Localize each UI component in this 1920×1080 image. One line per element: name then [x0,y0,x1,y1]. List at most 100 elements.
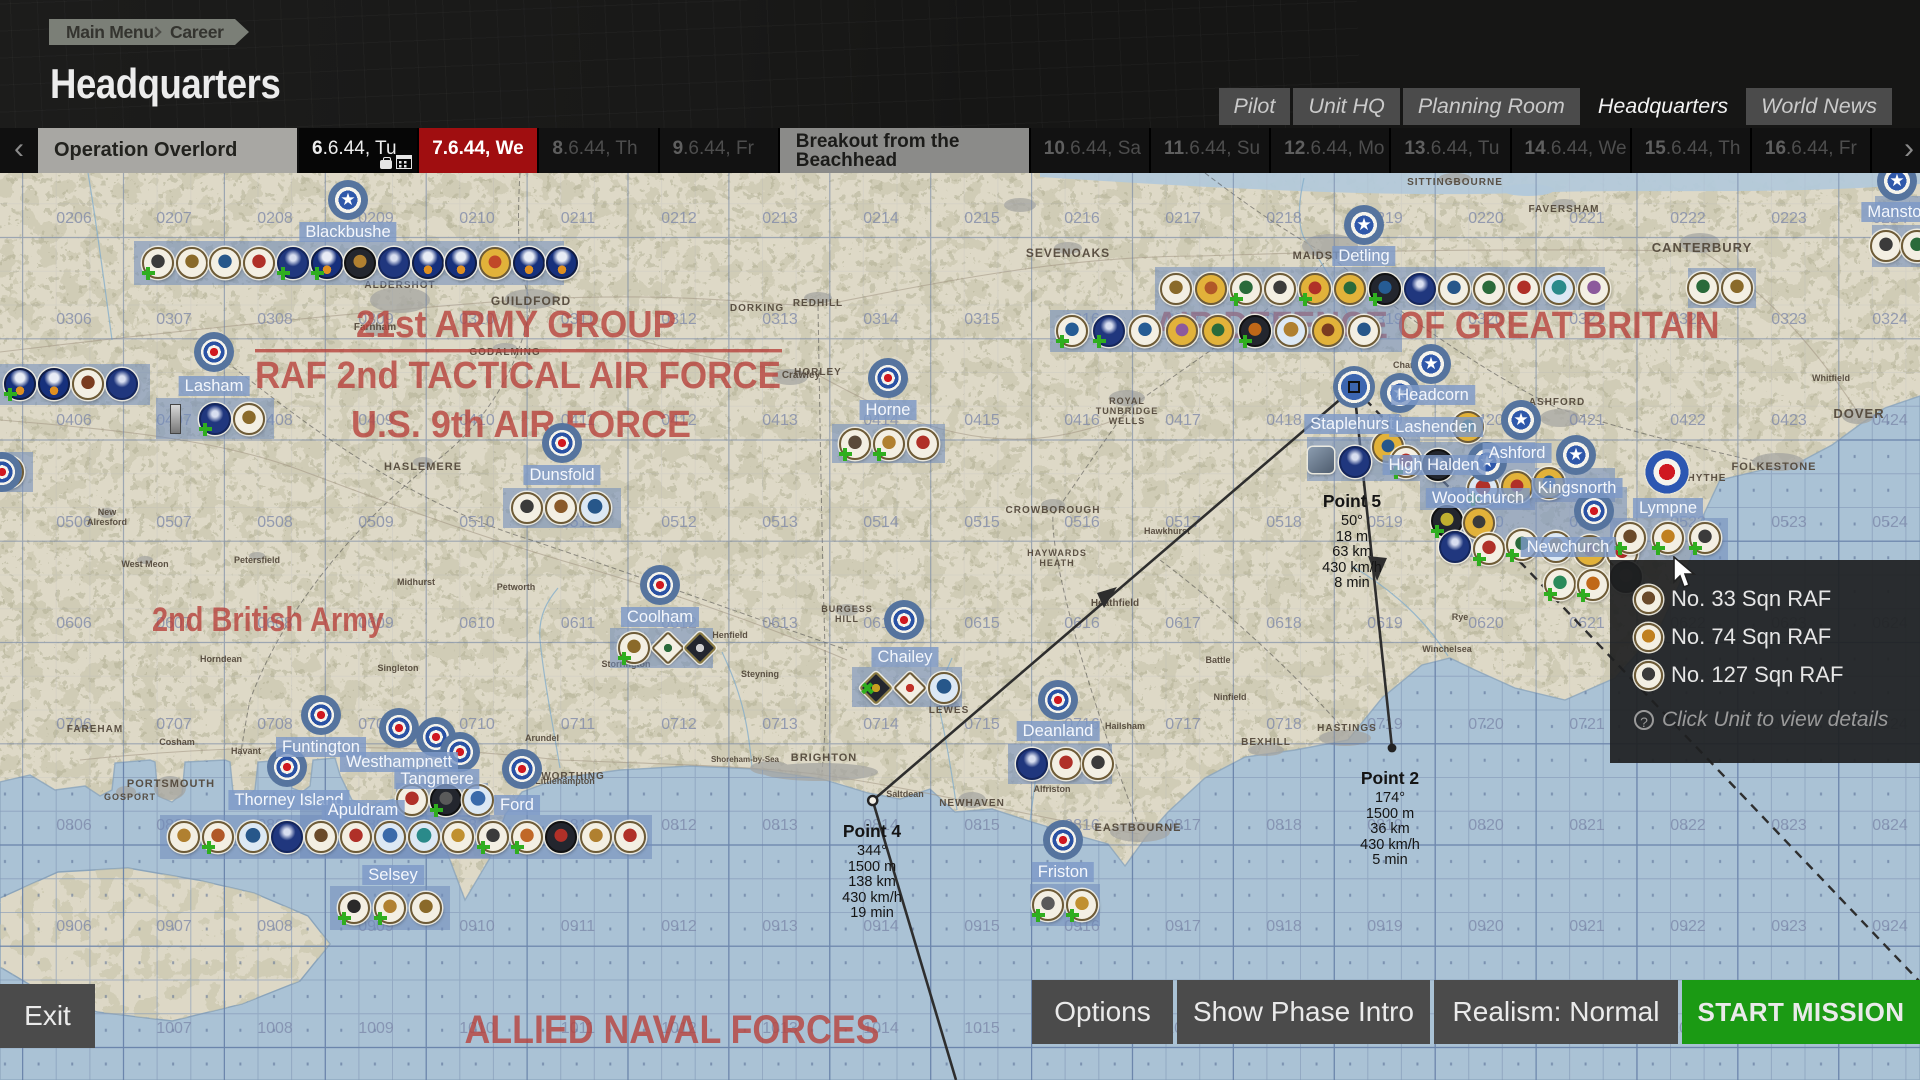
svg-text:0223: 0223 [1771,210,1807,227]
svg-text:0406: 0406 [56,412,92,429]
svg-text:0818: 0818 [1266,817,1302,834]
svg-text:0216: 0216 [1064,210,1100,227]
svg-text:EASTBOURNE: EASTBOURNE [1094,822,1181,834]
svg-text:0422: 0422 [1670,412,1706,429]
svg-text:BRIGHTON: BRIGHTON [791,752,857,764]
svg-text:TUNBRIDGE: TUNBRIDGE [1096,406,1159,416]
svg-text:0324: 0324 [1872,311,1908,328]
svg-text:0215: 0215 [964,210,1000,227]
svg-text:0806: 0806 [56,817,92,834]
svg-text:1008: 1008 [257,1020,293,1037]
svg-text:SITTINGBOURNE: SITTINGBOURNE [1407,177,1503,188]
svg-text:0821: 0821 [1569,817,1605,834]
svg-text:0621: 0621 [1569,615,1605,632]
svg-text:HAYWARDS: HAYWARDS [1027,548,1087,558]
svg-text:Whitfield: Whitfield [1812,373,1850,383]
svg-text:0920: 0920 [1468,918,1504,935]
svg-text:0509: 0509 [358,514,394,531]
svg-text:0924: 0924 [1872,918,1908,935]
svg-text:0510: 0510 [459,514,495,531]
svg-text:0713: 0713 [762,716,798,733]
svg-text:0720: 0720 [1468,716,1504,733]
svg-text:Singleton: Singleton [378,663,419,673]
svg-text:0214: 0214 [863,210,899,227]
svg-text:0418: 0418 [1266,412,1302,429]
svg-text:Horndean: Horndean [200,654,242,664]
svg-text:Midhurst: Midhurst [397,577,435,587]
svg-text:0507: 0507 [156,514,192,531]
svg-text:0213: 0213 [762,210,798,227]
svg-text:0717: 0717 [1165,716,1201,733]
svg-text:Petersfield: Petersfield [234,555,280,565]
svg-text:0620: 0620 [1468,615,1504,632]
svg-text:Alfriston: Alfriston [1034,784,1071,794]
svg-text:Ninfield: Ninfield [1214,692,1247,702]
svg-text:0307: 0307 [156,311,192,328]
svg-text:0314: 0314 [863,311,899,328]
svg-text:BEXHILL: BEXHILL [1241,737,1291,748]
svg-text:0323: 0323 [1771,311,1807,328]
svg-text:0512: 0512 [661,514,697,531]
svg-text:West Meon: West Meon [121,559,168,569]
svg-text:DORKING: DORKING [730,303,784,314]
svg-text:0220: 0220 [1468,210,1504,227]
svg-text:SEVENOAKS: SEVENOAKS [1026,246,1110,260]
svg-text:0714: 0714 [863,716,899,733]
svg-text:0417: 0417 [1165,412,1201,429]
svg-text:0616: 0616 [1064,615,1100,632]
svg-text:0912: 0912 [661,918,697,935]
svg-text:New: New [98,507,118,517]
svg-text:0222: 0222 [1670,210,1706,227]
svg-text:0619: 0619 [1367,615,1403,632]
svg-text:Petworth: Petworth [497,582,536,592]
svg-text:0711: 0711 [561,716,596,733]
svg-text:0610: 0610 [459,615,495,632]
svg-text:0518: 0518 [1266,514,1302,531]
svg-text:0917: 0917 [1165,918,1201,935]
svg-text:0416: 0416 [1064,412,1100,429]
svg-text:Winchelsea: Winchelsea [1422,644,1472,654]
svg-text:21st ARMY GROUP: 21st ARMY GROUP [356,304,676,346]
svg-text:Shoreham-by-Sea: Shoreham-by-Sea [711,755,780,764]
svg-text:0813: 0813 [762,817,798,834]
svg-text:0824: 0824 [1872,817,1908,834]
svg-text:0523: 0523 [1771,514,1807,531]
svg-text:0718: 0718 [1266,716,1302,733]
svg-text:Havant: Havant [231,746,261,756]
svg-text:0217: 0217 [1165,210,1201,227]
svg-text:0922: 0922 [1670,918,1706,935]
svg-text:0822: 0822 [1670,817,1706,834]
svg-text:NEWHAVEN: NEWHAVEN [939,798,1005,809]
svg-text:Arundel: Arundel [525,733,559,743]
svg-text:0210: 0210 [459,210,495,227]
svg-text:0513: 0513 [762,514,798,531]
svg-text:1015: 1015 [964,1020,1000,1037]
svg-text:CANTERBURY: CANTERBURY [1652,240,1753,255]
svg-text:Hailsham: Hailsham [1105,721,1145,731]
svg-text:0516: 0516 [1064,514,1100,531]
svg-text:REDHILL: REDHILL [793,298,843,309]
svg-text:0413: 0413 [762,412,798,429]
svg-text:Henfield: Henfield [712,630,748,640]
svg-text:1009: 1009 [358,1020,394,1037]
svg-text:0921: 0921 [1569,918,1605,935]
svg-text:FAVERSHAM: FAVERSHAM [1528,204,1599,215]
svg-text:0708: 0708 [257,716,293,733]
svg-text:0611: 0611 [561,615,596,632]
svg-text:0923: 0923 [1771,918,1807,935]
svg-text:0206: 0206 [56,210,92,227]
svg-text:0315: 0315 [964,311,1000,328]
svg-text:HILL: HILL [835,614,859,624]
svg-text:0524: 0524 [1872,514,1908,531]
svg-text:0911: 0911 [561,918,596,935]
svg-text:0207: 0207 [156,210,192,227]
svg-text:0306: 0306 [56,311,92,328]
svg-text:0906: 0906 [56,918,92,935]
svg-text:Rye: Rye [1452,612,1469,622]
svg-text:0908: 0908 [257,918,293,935]
svg-text:0712: 0712 [661,716,697,733]
svg-text:Steyning: Steyning [741,669,779,679]
svg-text:0613: 0613 [762,615,798,632]
svg-text:0421: 0421 [1569,412,1605,429]
svg-text:0710: 0710 [459,716,495,733]
